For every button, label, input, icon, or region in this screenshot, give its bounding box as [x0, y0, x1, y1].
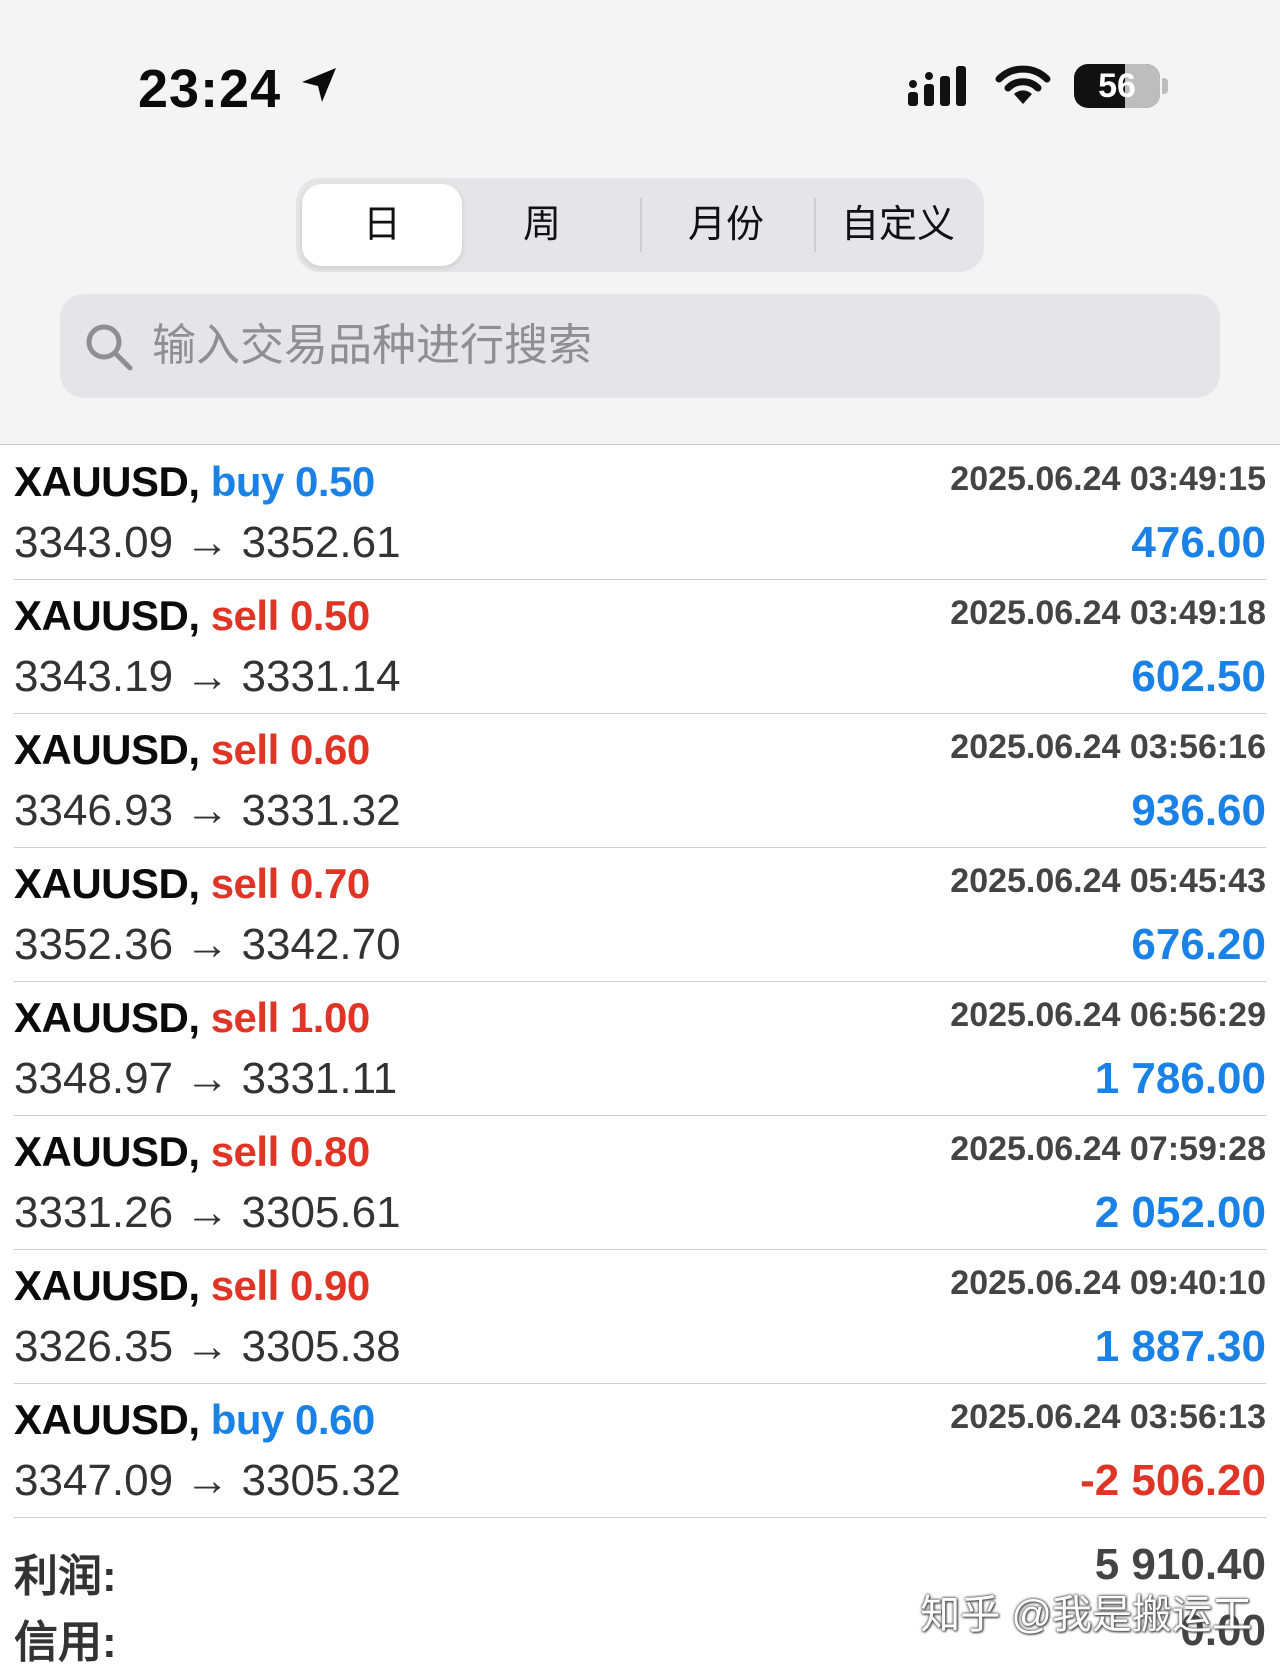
search-input[interactable]	[152, 294, 1192, 398]
battery-cap	[1162, 78, 1168, 94]
segment-week[interactable]: 周	[462, 184, 622, 266]
trade-volume: 0.80	[289, 1128, 370, 1175]
trade-volume: 0.50	[295, 458, 375, 505]
trade-row[interactable]: XAUUSD, sell 0.50 3343.19 → 3331.14 2025…	[14, 580, 1266, 714]
trade-datetime: 2025.06.24 06:56:29	[950, 996, 1266, 1034]
trade-profit: 476.00	[1131, 518, 1266, 567]
trade-symbol: XAUUSD,	[14, 458, 200, 505]
trade-symbol: XAUUSD,	[14, 1262, 200, 1309]
trade-side: sell	[210, 994, 280, 1041]
trade-datetime: 2025.06.24 03:56:13	[950, 1398, 1266, 1436]
trade-symbol: XAUUSD,	[14, 1396, 200, 1443]
trade-history-list: XAUUSD, buy 0.50 3343.09 → 3352.61 2025.…	[0, 446, 1280, 1518]
search-icon	[86, 324, 133, 371]
trade-symbol: XAUUSD,	[14, 726, 200, 773]
trade-prices: 3346.93 → 3331.32	[14, 786, 401, 835]
trade-datetime: 2025.06.24 03:49:15	[950, 460, 1266, 498]
trade-prices: 3347.09 → 3305.32	[14, 1456, 401, 1505]
trade-symbol: XAUUSD,	[14, 1128, 200, 1175]
segment-divider	[814, 198, 816, 252]
trade-profit: -2 506.20	[1080, 1456, 1266, 1505]
trade-symbol: XAUUSD,	[14, 994, 200, 1041]
trade-side: sell	[210, 860, 280, 907]
trade-side: sell	[210, 726, 280, 773]
trade-prices: 3326.35 → 3305.38	[14, 1322, 401, 1371]
trade-side: sell	[210, 1262, 280, 1309]
trade-symbol: XAUUSD,	[14, 860, 200, 907]
trade-datetime: 2025.06.24 05:45:43	[950, 862, 1266, 900]
watermark: 知乎 @我是搬运工	[920, 1593, 1252, 1637]
segment-month[interactable]: 月份	[646, 184, 806, 266]
trade-side: sell	[210, 592, 280, 639]
trade-row[interactable]: XAUUSD, sell 0.70 3352.36 → 3342.70 2025…	[14, 848, 1266, 982]
trade-prices: 3343.19 → 3331.14	[14, 652, 401, 701]
trade-profit: 2 052.00	[1094, 1188, 1266, 1237]
trade-row[interactable]: XAUUSD, sell 1.00 3348.97 → 3331.11 2025…	[14, 982, 1266, 1116]
segment-divider	[640, 198, 642, 252]
trade-row[interactable]: XAUUSD, buy 0.60 3347.09 → 3305.32 2025.…	[14, 1384, 1266, 1518]
trade-prices: 3348.97 → 3331.11	[14, 1054, 398, 1103]
trade-row[interactable]: XAUUSD, buy 0.50 3343.09 → 3352.61 2025.…	[14, 446, 1266, 580]
trade-datetime: 2025.06.24 09:40:10	[950, 1264, 1266, 1302]
credit-label: 信用:	[14, 1618, 117, 1667]
period-segmented-control: 日 周 月份 自定义	[296, 178, 984, 272]
trade-profit: 1 786.00	[1094, 1054, 1266, 1103]
search-bar[interactable]	[60, 294, 1220, 398]
trade-profit: 1 887.30	[1094, 1322, 1266, 1371]
trade-datetime: 2025.06.24 03:49:18	[950, 594, 1266, 632]
trade-prices: 3331.26 → 3305.61	[14, 1188, 401, 1237]
trade-prices: 3352.36 → 3342.70	[14, 920, 401, 969]
trade-side: sell	[210, 1128, 280, 1175]
trade-symbol: XAUUSD,	[14, 592, 200, 639]
wifi-icon	[995, 65, 1051, 104]
trade-datetime: 2025.06.24 03:56:16	[950, 728, 1266, 766]
battery-indicator: 56	[1074, 64, 1160, 108]
trade-volume: 0.60	[295, 1396, 375, 1443]
trade-prices: 3343.09 → 3352.61	[14, 518, 401, 567]
trade-profit: 602.50	[1131, 652, 1266, 701]
trade-row[interactable]: XAUUSD, sell 0.90 3326.35 → 3305.38 2025…	[14, 1250, 1266, 1384]
segment-day[interactable]: 日	[302, 184, 462, 266]
location-arrow-icon	[302, 68, 336, 102]
trade-profit: 676.20	[1131, 920, 1266, 969]
trade-side: buy	[210, 1396, 285, 1443]
trade-volume: 0.70	[289, 860, 370, 907]
trade-side: buy	[210, 458, 285, 505]
trade-row[interactable]: XAUUSD, sell 0.80 3331.26 → 3305.61 2025…	[14, 1116, 1266, 1250]
status-time: 23:24	[138, 59, 282, 119]
trade-profit: 936.60	[1131, 786, 1266, 835]
segment-custom[interactable]: 自定义	[818, 184, 978, 266]
header-area: 23:24 56 日 周 月份 自定义	[0, 0, 1280, 445]
status-bar: 23:24 56	[0, 0, 1280, 160]
battery-level: 56	[1098, 67, 1136, 105]
profit-label: 利润:	[14, 1552, 117, 1601]
trade-volume: 0.50	[289, 592, 370, 639]
trade-volume: 0.60	[289, 726, 370, 773]
trade-datetime: 2025.06.24 07:59:28	[950, 1130, 1266, 1168]
trade-volume: 0.90	[289, 1262, 370, 1309]
trade-volume: 1.00	[289, 994, 370, 1041]
cellular-signal-icon	[908, 66, 966, 106]
trade-row[interactable]: XAUUSD, sell 0.60 3346.93 → 3331.32 2025…	[14, 714, 1266, 848]
